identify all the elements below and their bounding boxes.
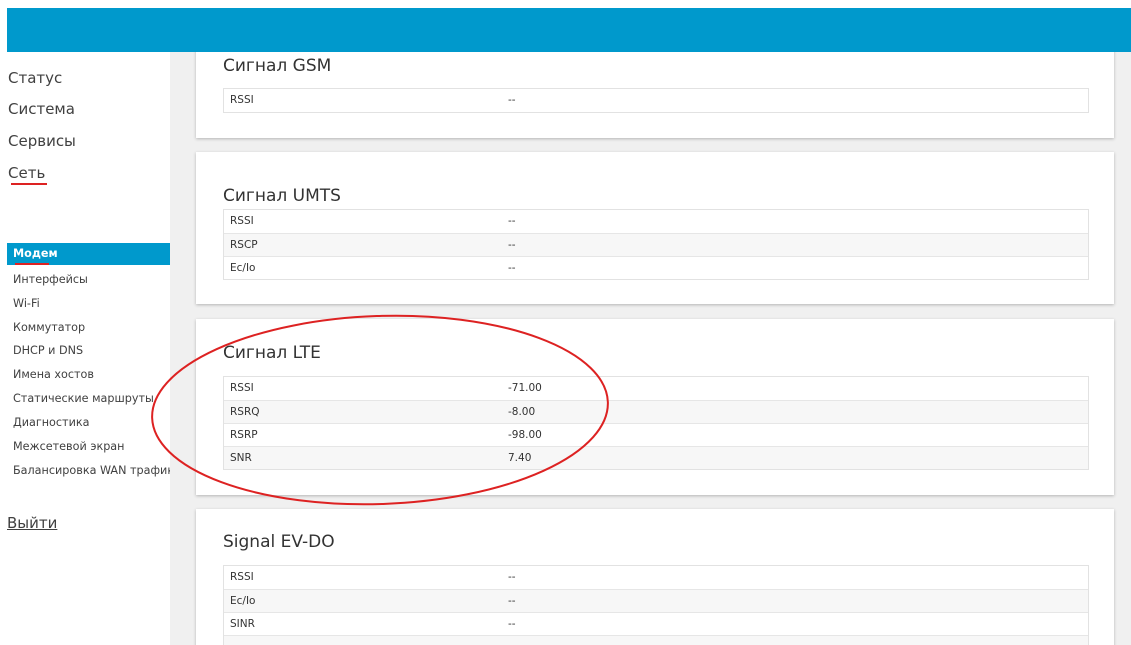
- metric-value: --: [508, 618, 516, 630]
- nav-subitem-wan-balancing[interactable]: Балансировка WAN трафик: [13, 464, 174, 477]
- top-header-bar: [7, 8, 1131, 52]
- nav-subitem-interfaces[interactable]: Интерфейсы: [13, 273, 88, 286]
- metric-name: RSRP: [230, 429, 258, 441]
- evdo-signal-card: Signal EV-DO RSSI -- Ec/Io -- SINR --: [196, 509, 1114, 645]
- metric-name: RSRQ: [230, 406, 260, 418]
- table-row: [224, 635, 1088, 645]
- lte-signal-card: Сигнал LTE RSSI -71.00 RSRQ -8.00 RSRP -…: [196, 319, 1114, 495]
- metric-name: RSSI: [230, 382, 254, 394]
- table-row: RSRP -98.00: [224, 423, 1088, 446]
- table-row: RSCP --: [224, 233, 1088, 256]
- signal-table: RSSI --: [223, 88, 1089, 113]
- metric-value: -98.00: [508, 429, 542, 441]
- nav-subitem-wifi[interactable]: Wi-Fi: [13, 297, 40, 310]
- card-title: Сигнал LTE: [223, 343, 321, 363]
- nav-subitem-modem-label: Модем: [13, 247, 58, 260]
- nav-subitem-dhcp-dns[interactable]: DHCP и DNS: [13, 344, 83, 357]
- table-row: RSSI --: [224, 89, 1088, 112]
- nav-subitem-switch[interactable]: Коммутатор: [13, 321, 85, 334]
- gsm-signal-card: Сигнал GSM RSSI --: [196, 52, 1114, 138]
- metric-name: SNR: [230, 452, 252, 464]
- metric-name: RSCP: [230, 239, 258, 251]
- metric-value: --: [508, 215, 516, 227]
- nav-subitem-firewall[interactable]: Межсетевой экран: [13, 440, 124, 453]
- logout-link[interactable]: Выйти: [7, 514, 57, 532]
- signal-table: RSSI -71.00 RSRQ -8.00 RSRP -98.00 SNR 7…: [223, 376, 1089, 470]
- metric-value: --: [508, 262, 516, 274]
- nav-item-services[interactable]: Сервисы: [8, 132, 76, 150]
- table-row: RSRQ -8.00: [224, 400, 1088, 423]
- metric-value: --: [508, 595, 516, 607]
- card-title: Сигнал UMTS: [223, 186, 341, 206]
- metric-name: RSSI: [230, 215, 254, 227]
- nav-item-network[interactable]: Сеть: [8, 164, 45, 182]
- card-title: Сигнал GSM: [223, 56, 332, 76]
- metric-name: RSSI: [230, 94, 254, 106]
- card-title: Signal EV-DO: [223, 532, 335, 552]
- annotation-underline-modem: [15, 263, 49, 265]
- metric-name: RSSI: [230, 571, 254, 583]
- metric-value: --: [508, 571, 516, 583]
- metric-value: 7.40: [508, 452, 532, 464]
- table-row: SINR --: [224, 612, 1088, 635]
- table-row: RSSI --: [224, 566, 1088, 589]
- table-row: Ec/Io --: [224, 589, 1088, 612]
- annotation-underline-network: [11, 183, 47, 185]
- sidebar-nav: Статус Система Сервисы Сеть Модем Интерф…: [7, 52, 174, 645]
- metric-value: -71.00: [508, 382, 542, 394]
- table-row: RSSI --: [224, 210, 1088, 233]
- metric-name: Ec/Io: [230, 262, 256, 274]
- signal-table: RSSI -- RSCP -- Ec/Io --: [223, 209, 1089, 280]
- nav-item-status[interactable]: Статус: [8, 69, 62, 87]
- table-row: Ec/Io --: [224, 256, 1088, 279]
- table-row: SNR 7.40: [224, 446, 1088, 469]
- nav-subitem-diagnostics[interactable]: Диагностика: [13, 416, 89, 429]
- table-row: RSSI -71.00: [224, 377, 1088, 400]
- metric-name: Ec/Io: [230, 595, 256, 607]
- nav-subitem-hostnames[interactable]: Имена хостов: [13, 368, 94, 381]
- nav-item-system[interactable]: Система: [8, 100, 75, 118]
- metric-value: -8.00: [508, 406, 536, 418]
- umts-signal-card: Сигнал UMTS RSSI -- RSCP -- Ec/Io --: [196, 152, 1114, 304]
- nav-subitem-modem[interactable]: Модем: [7, 243, 170, 265]
- nav-subitem-static-routes[interactable]: Статические маршруты: [13, 392, 154, 405]
- signal-table: RSSI -- Ec/Io -- SINR --: [223, 565, 1089, 645]
- main-content: Сигнал GSM RSSI -- Сигнал UMTS RSSI -- R…: [170, 52, 1131, 645]
- metric-value: --: [508, 239, 516, 251]
- metric-name: SINR: [230, 618, 255, 630]
- metric-value: --: [508, 94, 516, 106]
